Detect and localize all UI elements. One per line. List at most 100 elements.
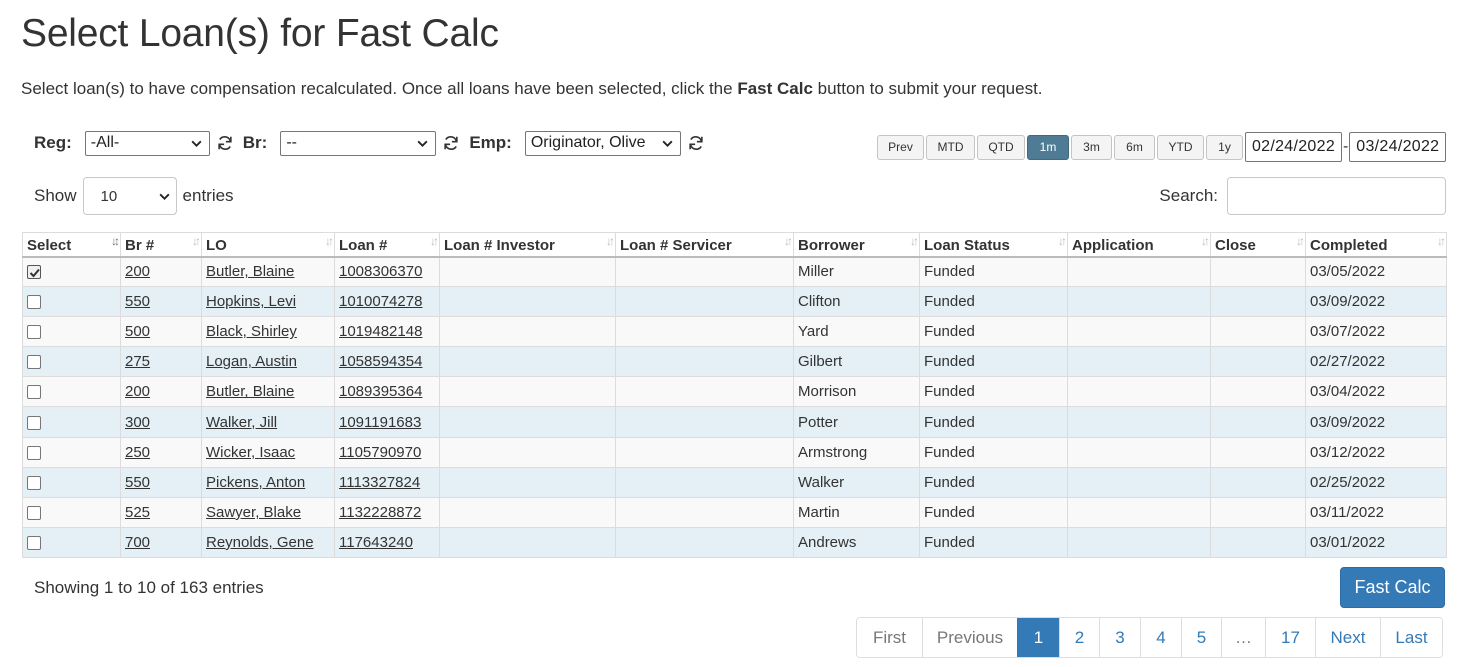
loan-status-cell: Funded <box>919 255 1068 288</box>
column-header-lo[interactable]: LO ↓↑ <box>201 232 335 258</box>
select-checkbox[interactable] <box>27 355 41 370</box>
page-next-button[interactable]: Next <box>1315 618 1380 657</box>
range-button-qtd[interactable]: QTD <box>977 134 1025 160</box>
column-header-borrower[interactable]: Borrower ↓↑ <box>793 232 920 258</box>
lo-cell: Sawyer, Blake <box>201 496 335 528</box>
column-header-loan-status[interactable]: Loan Status ↓↑ <box>919 232 1068 258</box>
page-last-button[interactable]: Last <box>1380 618 1442 657</box>
start-date-input[interactable]: 02/24/2022 <box>1245 132 1342 162</box>
page-button-2[interactable]: 2 <box>1059 618 1099 657</box>
loan-number-link[interactable]: 1089395364 <box>339 383 422 400</box>
loan-number-link[interactable]: 1008306370 <box>339 263 422 280</box>
region-select[interactable]: -All- <box>84 130 210 156</box>
range-button-mtd[interactable]: MTD <box>926 134 975 160</box>
range-button-prev[interactable]: Prev <box>877 134 924 160</box>
page-button-17[interactable]: 17 <box>1265 618 1315 657</box>
column-header-loan-investor[interactable]: Loan # Investor ↓↑ <box>439 232 616 258</box>
column-header-branch[interactable]: Br # ↓↑ <box>120 232 202 258</box>
column-header-application[interactable]: Application ↓↑ <box>1067 232 1211 258</box>
select-checkbox[interactable] <box>27 295 41 310</box>
page-first-button[interactable]: First <box>857 618 922 657</box>
column-header-loan-servicer[interactable]: Loan # Servicer ↓↑ <box>615 232 794 258</box>
loan-status-cell: Funded <box>919 376 1068 408</box>
branch-link[interactable]: 250 <box>125 444 150 461</box>
lo-link[interactable]: Sawyer, Blake <box>206 504 301 521</box>
refresh-icon[interactable] <box>216 134 234 152</box>
column-header-completed[interactable]: Completed ↓↑ <box>1305 232 1447 258</box>
branch-cell: 700 <box>120 526 202 558</box>
branch-link[interactable]: 550 <box>125 293 150 310</box>
page-button-5[interactable]: 5 <box>1181 618 1221 657</box>
lo-link[interactable]: Pickens, Anton <box>206 474 305 491</box>
branch-link[interactable]: 500 <box>125 323 150 340</box>
branch-link[interactable]: 550 <box>125 474 150 491</box>
refresh-icon[interactable] <box>687 134 705 152</box>
page-length-select[interactable]: 10 <box>82 177 177 215</box>
employee-select[interactable]: Originator, Olive <box>524 130 681 156</box>
loan-servicer-cell <box>615 346 794 378</box>
sort-icon: ↓↑ <box>910 234 919 248</box>
loan-status-cell: Funded <box>919 526 1068 558</box>
select-checkbox[interactable] <box>27 325 41 340</box>
select-checkbox[interactable] <box>27 265 41 280</box>
page-button-4[interactable]: 4 <box>1140 618 1181 657</box>
page-button-1[interactable]: 1 <box>1017 618 1059 657</box>
application-cell <box>1067 286 1211 318</box>
refresh-icon[interactable] <box>442 134 460 152</box>
column-header-select[interactable]: Select ↓↕ <box>22 232 121 258</box>
select-checkbox[interactable] <box>27 445 41 460</box>
table-header-row: Select ↓↕ Br # ↓↑ LO ↓↑ Loan # ↓↑ Loan # Inv… <box>22 232 1447 258</box>
lo-link[interactable]: Reynolds, Gene <box>206 534 314 551</box>
select-checkbox[interactable] <box>27 505 41 520</box>
loan-number-link[interactable]: 1113327824 <box>339 474 420 491</box>
lo-link[interactable]: Wicker, Isaac <box>206 444 295 461</box>
close-cell <box>1210 376 1306 408</box>
application-cell <box>1067 316 1211 348</box>
range-button-3m[interactable]: 3m <box>1071 134 1112 160</box>
select-cell <box>22 526 121 558</box>
borrower-cell: Andrews <box>793 526 920 558</box>
borrower-cell: Gilbert <box>793 346 920 378</box>
loan-investor-cell <box>439 376 616 408</box>
column-header-loan-number[interactable]: Loan # ↓↑ <box>334 232 440 258</box>
loan-number-link[interactable]: 1132228872 <box>339 504 421 521</box>
lo-link[interactable]: Butler, Blaine <box>206 263 294 280</box>
page-length-control: Show 10 entries <box>34 177 234 215</box>
lo-link[interactable]: Black, Shirley <box>206 323 297 340</box>
loan-number-link[interactable]: 1019482148 <box>339 323 422 340</box>
fast-calc-button[interactable]: Fast Calc <box>1340 567 1445 608</box>
lo-link[interactable]: Logan, Austin <box>206 353 297 370</box>
range-button-ytd[interactable]: YTD <box>1157 134 1204 160</box>
branch-link[interactable]: 700 <box>125 534 150 551</box>
range-button-1m[interactable]: 1m <box>1027 134 1069 160</box>
lo-link[interactable]: Butler, Blaine <box>206 383 294 400</box>
branch-link[interactable]: 200 <box>125 383 150 400</box>
branch-link[interactable]: 275 <box>125 353 150 370</box>
branch-link[interactable]: 200 <box>125 263 150 280</box>
branch-link[interactable]: 525 <box>125 504 150 521</box>
branch-link[interactable]: 300 <box>125 414 150 431</box>
select-cell <box>22 436 121 468</box>
column-header-close[interactable]: Close ↓↑ <box>1210 232 1306 258</box>
select-checkbox[interactable] <box>27 385 41 400</box>
loan-number-link[interactable]: 1105790970 <box>339 444 421 461</box>
select-checkbox[interactable] <box>27 475 41 490</box>
loan-number-link[interactable]: 1010074278 <box>339 293 422 310</box>
lo-cell: Wicker, Isaac <box>201 436 335 468</box>
lo-link[interactable]: Hopkins, Levi <box>206 293 296 310</box>
loan-number-cell: 1089395364 <box>334 376 440 408</box>
branch-select[interactable]: -- <box>280 130 437 156</box>
range-button-6m[interactable]: 6m <box>1114 134 1155 160</box>
loan-number-link[interactable]: 1091191683 <box>339 414 421 431</box>
page-button-3[interactable]: 3 <box>1099 618 1140 657</box>
page-previous-button[interactable]: Previous <box>922 618 1017 657</box>
search-input[interactable] <box>1227 177 1446 215</box>
lo-link[interactable]: Walker, Jill <box>206 414 277 431</box>
loan-number-link[interactable]: 117643240 <box>339 534 413 551</box>
select-checkbox[interactable] <box>27 535 41 550</box>
lo-cell: Butler, Blaine <box>201 255 335 288</box>
range-button-1y[interactable]: 1y <box>1206 134 1243 160</box>
loan-number-link[interactable]: 1058594354 <box>339 353 422 370</box>
select-checkbox[interactable] <box>27 415 41 430</box>
end-date-input[interactable]: 03/24/2022 <box>1349 132 1447 162</box>
